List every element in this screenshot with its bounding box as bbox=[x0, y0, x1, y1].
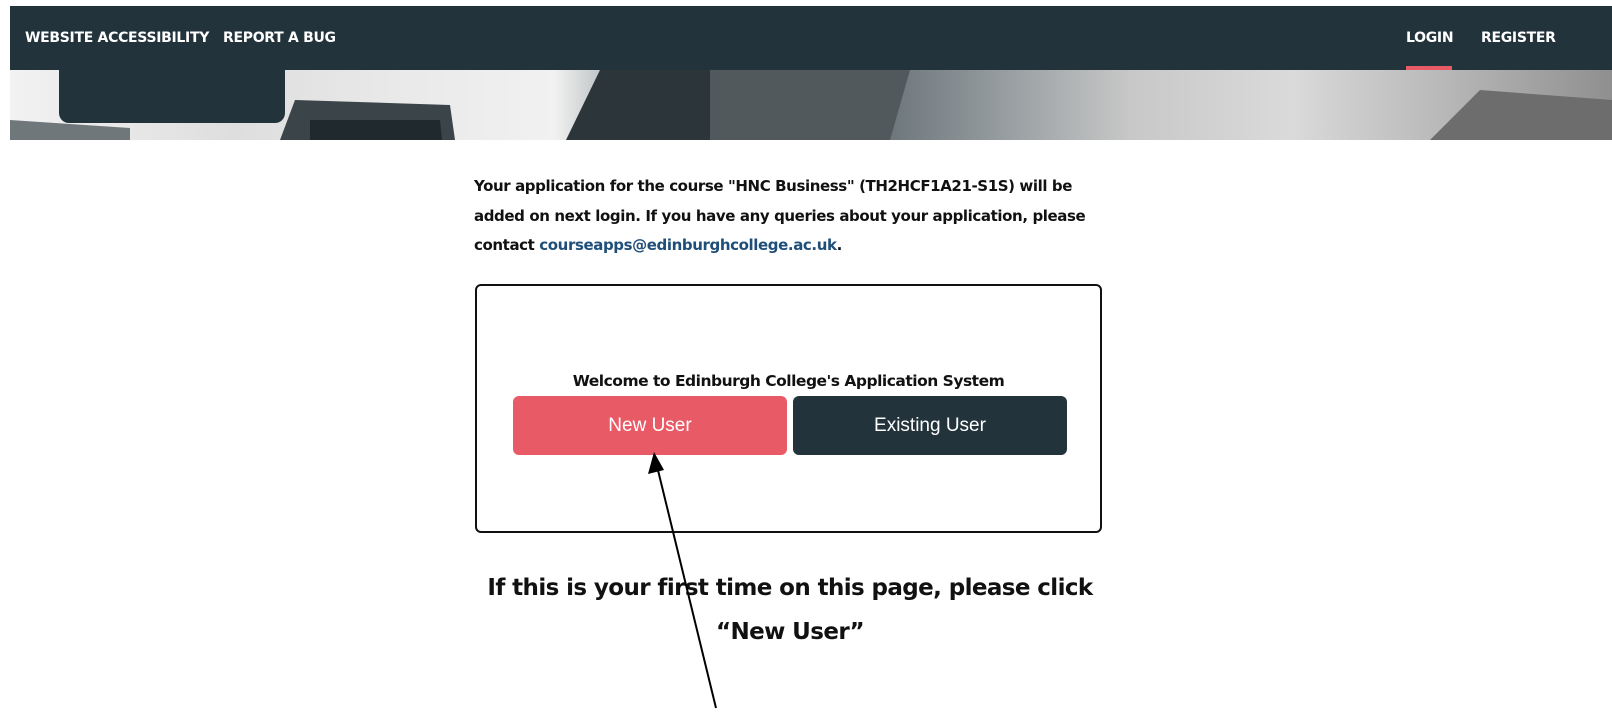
arrow-icon bbox=[648, 452, 717, 709]
